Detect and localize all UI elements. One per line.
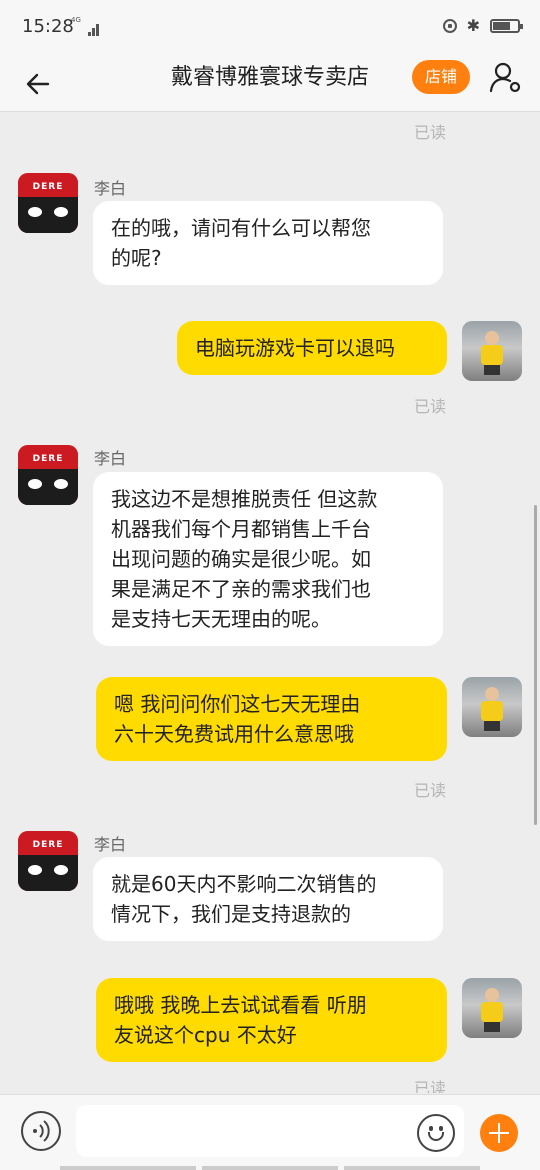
- brand-logo: DERE: [32, 454, 64, 464]
- message-line: 情况下，我们是支持退款的: [111, 902, 351, 926]
- brand-logo: DERE: [32, 182, 64, 192]
- system-nav-bar: [60, 1166, 480, 1170]
- message-bubble-user[interactable]: 哦哦 我晚上去试试看看 听朋 友说这个cpu 不太好: [96, 978, 447, 1062]
- battery-fill: [493, 22, 510, 30]
- message-composer: [0, 1094, 540, 1170]
- read-status: 已读: [413, 781, 446, 800]
- back-button[interactable]: [20, 64, 60, 104]
- arrow-left-icon: [26, 73, 50, 95]
- brand-logo: DERE: [32, 840, 64, 850]
- read-status: 已读: [413, 1079, 446, 1093]
- message-line: 就是60天内不影响二次销售的: [111, 872, 377, 896]
- message-line: 哦哦 我晚上去试试看看 听朋: [114, 993, 367, 1017]
- message-bubble-user[interactable]: 电脑玩游戏卡可以退吗: [177, 321, 447, 375]
- message-line: 机器我们每个月都销售上千台: [111, 517, 371, 541]
- message-line: 六十天免费试用什么意思哦: [114, 722, 354, 746]
- sender-name: 李白: [94, 449, 127, 468]
- rotation-lock-icon: [442, 19, 457, 33]
- message-line: 是支持七天无理由的呢。: [111, 607, 331, 631]
- message-line: 电脑玩游戏卡可以退吗: [195, 336, 395, 360]
- sender-name: 李白: [94, 835, 127, 854]
- signal-icon: [74, 18, 99, 36]
- shop-avatar[interactable]: DERE: [18, 173, 78, 233]
- voice-button[interactable]: [21, 1111, 61, 1151]
- read-status: 已读: [413, 397, 446, 416]
- add-button[interactable]: [480, 1114, 518, 1152]
- status-bar: 15:28 4G ✱: [0, 0, 540, 56]
- message-line: 在的哦，请问有什么可以帮您: [111, 216, 371, 240]
- shop-avatar[interactable]: DERE: [18, 831, 78, 891]
- sender-name: 李白: [94, 179, 127, 198]
- store-button[interactable]: 店铺: [412, 60, 470, 94]
- message-line: 嗯 我问问你们这七天无理由: [114, 692, 361, 716]
- message-line: 的呢?: [111, 246, 162, 270]
- scrollbar[interactable]: [534, 505, 537, 825]
- bluetooth-icon: ✱: [466, 16, 480, 35]
- page-title: 戴睿博雅寰球专卖店: [170, 65, 369, 90]
- emoji-icon: [429, 1126, 433, 1131]
- shop-avatar[interactable]: DERE: [18, 445, 78, 505]
- message-bubble-shop[interactable]: 在的哦，请问有什么可以帮您 的呢?: [93, 201, 443, 285]
- chat-header: 戴睿博雅寰球专卖店 店铺: [0, 56, 540, 112]
- message-line: 出现问题的确实是很少呢。如: [111, 547, 371, 571]
- voice-icon: [33, 1120, 50, 1142]
- message-input[interactable]: [76, 1105, 464, 1157]
- message-line: 果是满足不了亲的需求我们也: [111, 577, 371, 601]
- user-avatar[interactable]: [462, 978, 522, 1038]
- message-line: 友说这个cpu 不太好: [114, 1023, 297, 1047]
- user-avatar[interactable]: [462, 321, 522, 381]
- user-gear-icon: [489, 62, 521, 93]
- status-time: 15:28: [22, 16, 74, 37]
- message-bubble-shop[interactable]: 我这边不是想推脱责任 但这款 机器我们每个月都销售上千台 出现问题的确实是很少呢。如…: [93, 472, 443, 646]
- profile-button[interactable]: [486, 58, 526, 98]
- emoji-button[interactable]: [417, 1114, 455, 1152]
- message-bubble-user[interactable]: 嗯 我问问你们这七天无理由 六十天免费试用什么意思哦: [96, 677, 447, 761]
- battery-icon: [490, 19, 523, 33]
- read-status: 已读: [413, 123, 446, 142]
- chat-area[interactable]: 已读 DERE 李白 在的哦，请问有什么可以帮您 的呢? 电脑玩游戏卡可以退吗 已读 DERE…: [0, 113, 540, 1093]
- message-bubble-shop[interactable]: 就是60天内不影响二次销售的 情况下，我们是支持退款的: [93, 857, 443, 941]
- message-line: 我这边不是想推脱责任 但这款: [111, 487, 378, 511]
- user-avatar[interactable]: [462, 677, 522, 737]
